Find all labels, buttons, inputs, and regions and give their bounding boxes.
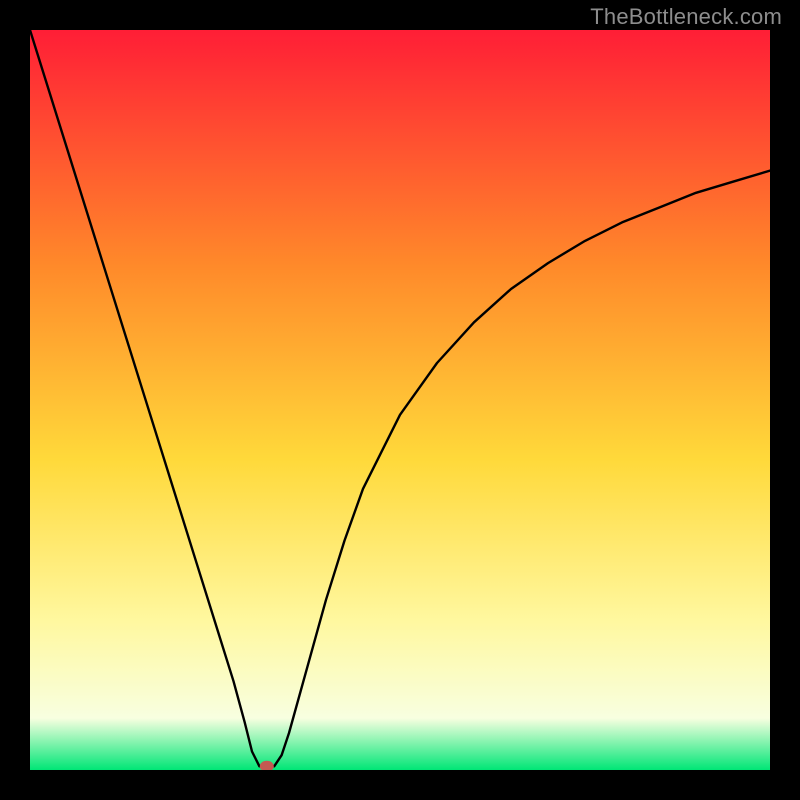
- gradient-background: [30, 30, 770, 770]
- bottleneck-chart: [30, 30, 770, 770]
- chart-frame: TheBottleneck.com: [0, 0, 800, 800]
- watermark-text: TheBottleneck.com: [590, 4, 782, 30]
